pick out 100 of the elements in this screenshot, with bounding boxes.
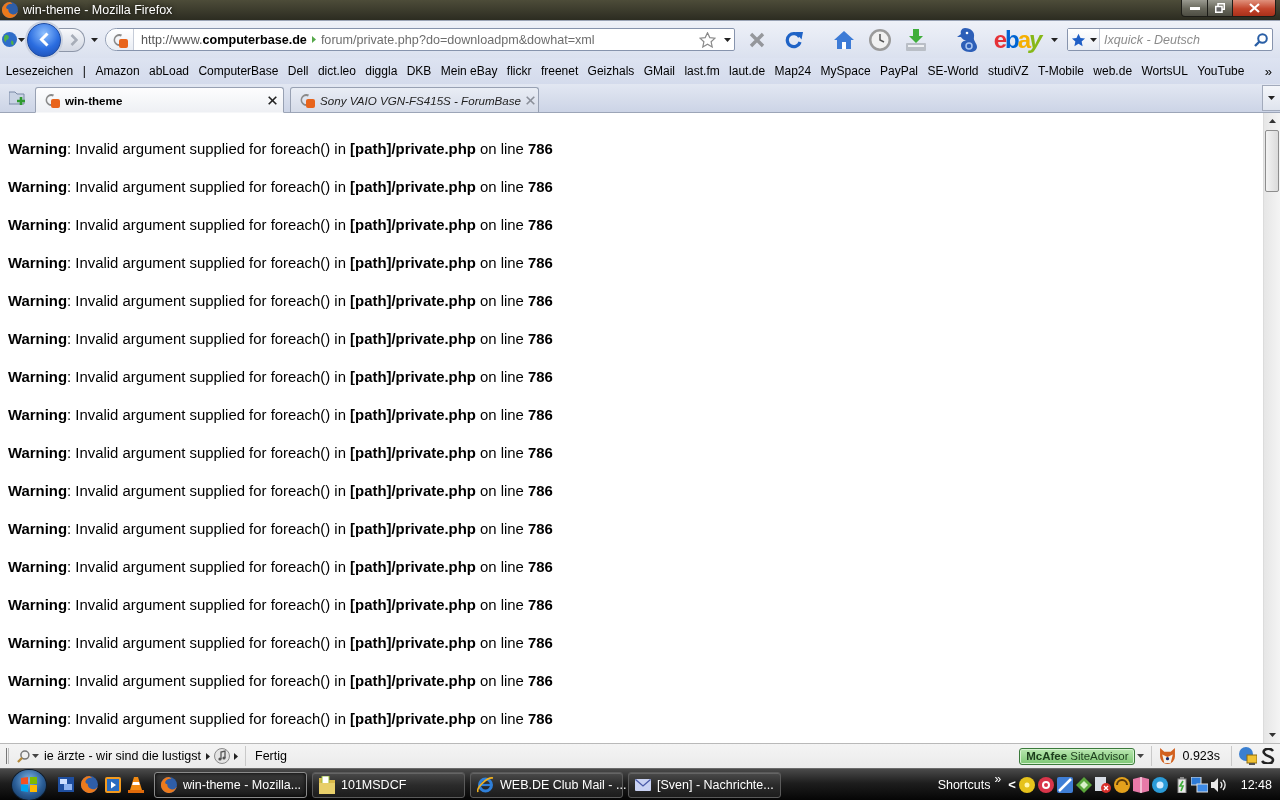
bookmark-item[interactable]: Amazon: [90, 62, 145, 80]
back-button[interactable]: [27, 22, 61, 57]
play-button[interactable]: [204, 752, 212, 760]
caret-icon: [723, 37, 731, 42]
arrow-left-icon: [39, 32, 49, 47]
caret-icon: [18, 37, 25, 42]
close-button[interactable]: [1232, 0, 1276, 17]
triangle-right-icon: [234, 752, 238, 760]
power-button[interactable]: [1175, 776, 1188, 793]
tray-button[interactable]: [1132, 776, 1149, 793]
globe-icon: [2, 32, 17, 47]
show-desktop-button[interactable]: [58, 777, 74, 792]
minimize-button[interactable]: [1181, 0, 1208, 17]
triangle-right-icon: [311, 36, 316, 43]
bookmark-item[interactable]: freenet: [536, 62, 583, 80]
load-time-button[interactable]: 0.923s: [1157, 747, 1226, 765]
search-engine-button[interactable]: [1068, 29, 1100, 50]
tray-button[interactable]: [1075, 776, 1092, 793]
clock-icon: [869, 28, 891, 51]
bookmark-item[interactable]: web.de: [1088, 62, 1137, 80]
status-text: Fertig: [254, 749, 288, 763]
bookmark-item[interactable]: dict.leo: [313, 62, 361, 80]
curve-icon: [1261, 748, 1275, 764]
bookmark-item[interactable]: DKB: [402, 62, 437, 80]
volume-button[interactable]: [1210, 777, 1227, 792]
warning-message: Warning: Invalid argument supplied for foreach() in [path]/private.php on line 786: [8, 331, 553, 348]
tray-button[interactable]: [1037, 776, 1054, 793]
bookmark-item[interactable]: MySpace: [815, 62, 876, 80]
cone-icon: [128, 776, 144, 793]
scrollbar-thumb[interactable]: [1265, 130, 1279, 192]
browser-tab[interactable]: win-theme: [35, 87, 284, 113]
bookmark-item[interactable]: Dell: [283, 62, 314, 80]
clock-text: 12:48: [1240, 777, 1272, 792]
tab-list-button[interactable]: [1262, 85, 1280, 111]
warning-message: Warning: Invalid argument supplied for foreach() in [path]/private.php on line 786: [8, 673, 553, 690]
bookmark-item[interactable]: last.fm: [679, 62, 725, 80]
bookmark-item[interactable]: Geizhals: [582, 62, 639, 80]
siteadvisor-menu-button[interactable]: [1135, 754, 1147, 758]
taskbar-button[interactable]: 101MSDCF: [312, 771, 465, 798]
tray-button[interactable]: [1094, 776, 1111, 793]
next-button[interactable]: [232, 752, 240, 760]
start-button[interactable]: [12, 769, 46, 800]
monitor-button[interactable]: [1237, 747, 1259, 765]
tray-button[interactable]: [1018, 776, 1035, 793]
bookmarks-menu-button[interactable]: Lesezeichen: [1, 62, 78, 80]
search-field[interactable]: Ixquick - Deutsch: [1067, 28, 1273, 51]
bookmark-item[interactable]: flickr: [502, 62, 537, 80]
book-icon: [1132, 776, 1149, 793]
bookmark-item[interactable]: GMail: [639, 62, 680, 80]
firefox-button[interactable]: [81, 776, 98, 793]
tray-button[interactable]: [1151, 776, 1168, 793]
taskbar-button[interactable]: [Sven] - Nachrichte...: [628, 771, 781, 798]
taskbar-button[interactable]: win-theme - Mozilla...: [154, 771, 307, 798]
browser-tab[interactable]: Sony VAIO VGN-FS415S - ForumBase: [290, 87, 539, 113]
new-tab-icon: [8, 90, 27, 106]
bookmark-item[interactable]: diggla: [360, 62, 402, 80]
warning-message: Warning: Invalid argument supplied for foreach() in [path]/private.php on line 786: [8, 255, 553, 272]
separator-text: |: [81, 64, 87, 78]
scrollbar-track[interactable]: [1263, 113, 1280, 743]
toolbar-more-button[interactable]: »: [990, 772, 1006, 786]
song-title: ie ärzte - wir sind die lustigst: [43, 749, 202, 763]
cone-button[interactable]: [128, 776, 144, 793]
desktop-icon: [58, 777, 74, 792]
music-button[interactable]: [212, 748, 232, 764]
tab-title: win-theme: [65, 93, 124, 107]
bookmark-item[interactable]: YouTube: [1192, 62, 1250, 80]
fox-icon: [1159, 747, 1177, 765]
bookmark-item[interactable]: WortsUL: [1136, 62, 1193, 80]
site-identity-button[interactable]: [106, 29, 134, 50]
battery-icon: [1175, 776, 1188, 793]
search-button[interactable]: [15, 749, 41, 763]
bookmark-item[interactable]: laut.de: [724, 62, 770, 80]
logo-button[interactable]: ebay: [991, 24, 1043, 55]
bookmark-item[interactable]: T-Mobile: [1033, 62, 1089, 80]
app-button[interactable]: [1259, 748, 1277, 764]
search-input[interactable]: Ixquick - Deutsch: [1104, 32, 1244, 47]
tray-expand-button[interactable]: <: [1005, 777, 1019, 792]
bookmark-item[interactable]: PayPal: [875, 62, 923, 80]
tray-button[interactable]: [1056, 776, 1073, 793]
caret-icon: [1050, 37, 1058, 42]
address-field[interactable]: http://www.computerbase.de forum/private.php?do=downloadpm&dowhat=xml: [105, 28, 735, 51]
caret-icon: [1137, 754, 1145, 758]
grip-handle[interactable]: [6, 748, 9, 764]
bookmark-item[interactable]: SE-World: [922, 62, 984, 80]
close-icon: [526, 95, 536, 105]
siteadvisor-badge[interactable]: McAfee SiteAdvisor: [1019, 747, 1136, 765]
bookmark-item[interactable]: Mein eBay: [436, 62, 503, 80]
tab-close-button[interactable]: [268, 95, 277, 105]
bookmark-item[interactable]: studiVZ: [983, 62, 1034, 80]
tray-button[interactable]: [1113, 776, 1130, 793]
restore-button[interactable]: [1207, 0, 1233, 17]
bookmark-item[interactable]: Map24: [769, 62, 816, 80]
warning-message: Warning: Invalid argument supplied for foreach() in [path]/private.php on line 786: [8, 407, 553, 424]
bookmark-item[interactable]: abLoad: [144, 62, 194, 80]
warning-message: Warning: Invalid argument supplied for foreach() in [path]/private.php on line 786: [8, 597, 553, 614]
bookmark-item[interactable]: ComputerBase: [193, 62, 284, 80]
media-player-button[interactable]: [105, 776, 121, 793]
more-bookmarks-button[interactable]: »: [1262, 63, 1274, 79]
network-button[interactable]: [1190, 776, 1208, 793]
window-title: win-theme - Mozilla Firefox: [23, 3, 174, 17]
